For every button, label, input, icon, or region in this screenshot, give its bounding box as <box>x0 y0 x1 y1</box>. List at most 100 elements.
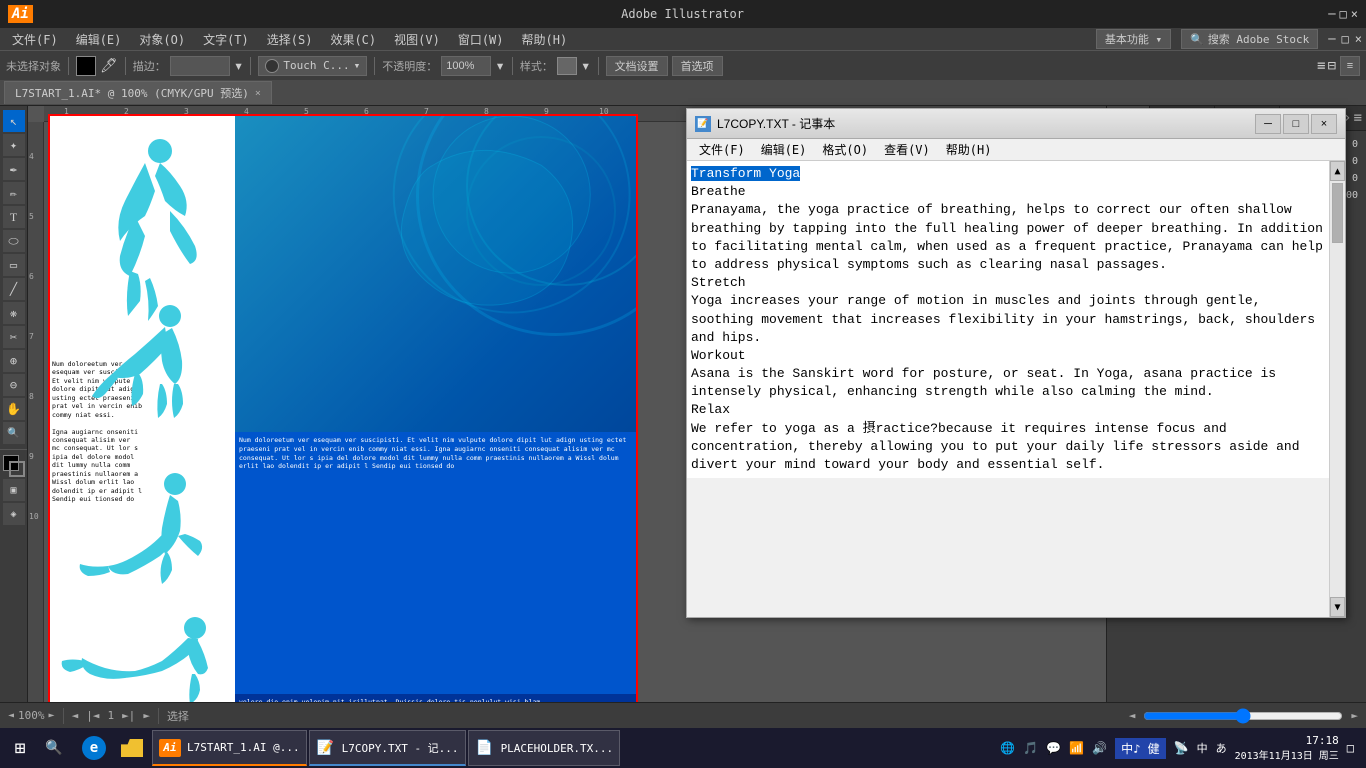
rect-tool[interactable]: ▭ <box>3 254 25 276</box>
notepad-menu-file[interactable]: 文件(F) <box>691 139 753 160</box>
type-tool[interactable]: T <box>3 206 25 228</box>
maximize-btn[interactable]: □ <box>1342 32 1349 46</box>
scroll-down-btn[interactable]: ▼ <box>1330 597 1345 617</box>
status-sep1 <box>63 708 64 724</box>
taskbar-clock[interactable]: 17:18 2013年11月13日 周三 <box>1235 734 1339 762</box>
menu-text[interactable]: 文字(T) <box>195 29 257 50</box>
tab-close-btn[interactable]: × <box>255 88 261 99</box>
sep6 <box>598 57 599 75</box>
notepad-icon: 📝 <box>695 116 711 132</box>
taskbar-placeholder-app[interactable]: 📄 PLACEHOLDER.TX... <box>468 730 621 766</box>
network-icon: 📡 <box>1174 741 1189 755</box>
notepad-text-content[interactable]: Transform Yoga Breathe Pranayama, the yo… <box>687 161 1329 478</box>
document-tab[interactable]: L7START_1.AI* @ 100% (CMYK/GPU 预选) × <box>4 81 272 104</box>
ellipse-tool[interactable]: ⬭ <box>3 230 25 252</box>
scroll-track[interactable] <box>1330 181 1345 597</box>
close-btn[interactable]: × <box>1355 32 1362 46</box>
taskbar-explorer[interactable] <box>114 730 150 766</box>
doc-settings-btn[interactable]: 文档设置 <box>606 56 668 76</box>
notepad-maximize-btn[interactable]: □ <box>1283 114 1309 134</box>
style-swatch[interactable] <box>557 57 577 75</box>
notepad-menu-edit[interactable]: 编辑(E) <box>753 139 815 160</box>
pencil-tool[interactable]: ✏ <box>3 182 25 204</box>
title-minimize[interactable]: ─ <box>1328 7 1335 21</box>
style-arrow: ▾ <box>581 56 591 75</box>
panel-menu[interactable]: ≡ <box>1354 110 1362 126</box>
zoom-in-tool[interactable]: ⊕ <box>3 350 25 372</box>
zoom-out-tool[interactable]: ⊖ <box>3 374 25 396</box>
ruler-vertical: 4 5 6 7 8 9 10 <box>28 122 44 702</box>
scissors-tool[interactable]: ✂ <box>3 326 25 348</box>
left-tools-panel: ↖ ✦ ✒ ✏ T ⬭ ▭ ╱ ❋ ✂ ⊕ ⊖ ✋ 🔍 ▣ ◈ <box>0 106 28 702</box>
notification-btn[interactable]: □ <box>1347 741 1354 755</box>
clock-time: 17:18 <box>1235 734 1339 747</box>
menu-window[interactable]: 窗口(W) <box>450 29 512 50</box>
menu-help[interactable]: 帮助(H) <box>514 29 576 50</box>
page-back[interactable]: ◄ <box>72 709 79 722</box>
page-first[interactable]: |◄ <box>86 709 99 722</box>
menu-file[interactable]: 文件(F) <box>4 29 66 50</box>
taskbar-ai-app[interactable]: Ai L7START_1.AI @... <box>152 730 307 766</box>
taskbar-notepad-icon: 📝 <box>316 738 336 758</box>
notepad-menu-help[interactable]: 帮助(H) <box>938 139 1000 160</box>
ruler-v-label-9: 9 <box>29 452 34 461</box>
stock-search-btn[interactable]: 🔍 搜索 Adobe Stock <box>1181 29 1318 49</box>
zoom-back[interactable]: ◄ <box>8 710 14 721</box>
notepad-scrollbar[interactable]: ▲ ▼ <box>1329 161 1345 617</box>
notepad-title-buttons: ─ □ × <box>1255 114 1337 134</box>
opacity-input[interactable] <box>441 56 491 76</box>
notepad-menu-view[interactable]: 查看(V) <box>876 139 938 160</box>
taskbar-notepad-app[interactable]: 📝 L7COPY.TXT - 记... <box>309 730 466 766</box>
title-close[interactable]: × <box>1351 7 1358 21</box>
scroll-h-slider[interactable] <box>1143 710 1343 722</box>
minimize-btn[interactable]: ─ <box>1328 32 1335 46</box>
taskbar: ⊞ 🔍 e Ai L7START_1.AI @... 📝 L7COPY.TXT … <box>0 728 1366 768</box>
notepad-menu-bar: 文件(F) 编辑(E) 格式(O) 查看(V) 帮助(H) <box>687 139 1345 161</box>
pen-tool[interactable]: ✒ <box>3 158 25 180</box>
title-maximize[interactable]: □ <box>1340 7 1347 21</box>
page-fwd[interactable]: ► <box>143 709 150 722</box>
menu-view[interactable]: 视图(V) <box>386 29 448 50</box>
menu-object[interactable]: 对象(O) <box>131 29 193 50</box>
brush-tool[interactable]: ❋ <box>3 302 25 324</box>
stroke-input[interactable] <box>170 56 230 76</box>
line-tool[interactable]: ╱ <box>3 278 25 300</box>
more-options-btn[interactable]: ≡ <box>1340 56 1360 76</box>
page-last[interactable]: ►| <box>122 709 135 722</box>
notepad-menu-format[interactable]: 格式(O) <box>814 139 876 160</box>
taskbar-ai-label: L7START_1.AI @... <box>187 741 300 754</box>
touch-dropdown[interactable]: Touch C... ▾ <box>258 56 367 76</box>
preferences-btn[interactable]: 首选项 <box>672 56 723 76</box>
fill-color[interactable] <box>76 56 96 76</box>
scroll-h-left[interactable]: ◄ <box>1129 709 1136 722</box>
notepad-scroll-area[interactable]: Transform Yoga Breathe Pranayama, the yo… <box>687 161 1329 617</box>
menu-select[interactable]: 选择(S) <box>259 29 321 50</box>
mesh-tool[interactable]: ◈ <box>3 503 25 525</box>
scroll-h-right[interactable]: ► <box>1351 709 1358 722</box>
zoom-fwd[interactable]: ► <box>49 710 55 721</box>
notepad-minimize-btn[interactable]: ─ <box>1255 114 1281 134</box>
ime-indicator[interactable]: 中♪ 健 <box>1115 738 1165 759</box>
opacity-arrow: ▾ <box>495 56 505 75</box>
menu-effect[interactable]: 效果(C) <box>322 29 384 50</box>
hand-tool[interactable]: ✋ <box>3 398 25 420</box>
menu-edit[interactable]: 编辑(E) <box>68 29 130 50</box>
stroke-swatch[interactable] <box>9 461 25 477</box>
notepad-close-btn[interactable]: × <box>1311 114 1337 134</box>
tray-icon-3: 💬 <box>1046 741 1061 755</box>
scroll-up-btn[interactable]: ▲ <box>1330 161 1345 181</box>
search-button[interactable]: 🔍 <box>36 732 72 764</box>
zoom-tool[interactable]: 🔍 <box>3 422 25 444</box>
tray-icon-1: 🌐 <box>1000 741 1015 755</box>
direct-select-tool[interactable]: ✦ <box>3 134 25 156</box>
scroll-thumb[interactable] <box>1332 183 1343 243</box>
title-text: Adobe Illustrator <box>41 7 1324 21</box>
start-button[interactable]: ⊞ <box>4 732 36 764</box>
gradient-tool[interactable]: ▣ <box>3 479 25 501</box>
search-icon: 🔍 <box>1190 33 1204 46</box>
basic-functions-btn[interactable]: 基本功能 ▾ <box>1096 29 1171 49</box>
taskbar-edge[interactable]: e <box>76 730 112 766</box>
tab-label: L7START_1.AI* @ 100% (CMYK/GPU 预选) <box>15 85 249 101</box>
select-tool[interactable]: ↖ <box>3 110 25 132</box>
status-sep2 <box>158 708 159 724</box>
